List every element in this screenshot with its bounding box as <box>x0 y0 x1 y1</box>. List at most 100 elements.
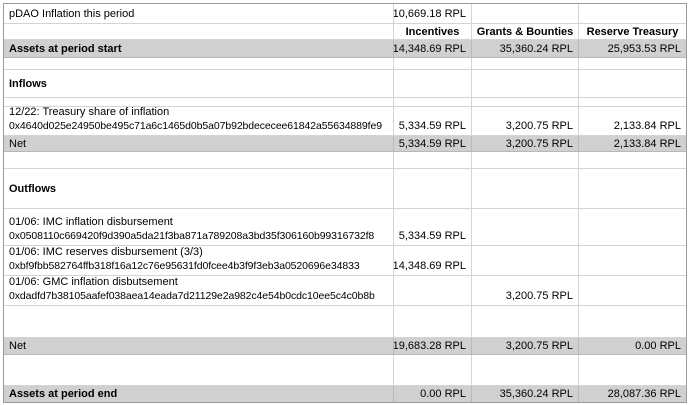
amount: 3,200.75 RPL <box>505 120 573 132</box>
treasury-share-label: 12/22: Treasury share of inflation <box>9 107 170 118</box>
amount: 3,200.75 RPL <box>505 290 573 302</box>
empty-cell[interactable] <box>394 58 472 69</box>
inflation-value[interactable]: 10,669.18 RPL <box>394 4 472 23</box>
amount: 2,133.84 RPL <box>613 120 681 132</box>
assets-end-row: Assets at period end 0.00 RPL 35,360.24 … <box>4 386 686 402</box>
gmc-inflation-row: 01/06: GMC inflation disbutsement 0xdadf… <box>4 276 686 306</box>
empty-cell[interactable] <box>4 58 394 69</box>
assets-start-reserve[interactable]: 25,953.53 RPL <box>579 40 686 57</box>
inflows-net-incentives[interactable]: 5,334.59 RPL <box>394 136 472 151</box>
treasury-share-row: 12/22: Treasury share of inflation 0x464… <box>4 107 686 136</box>
empty-cell[interactable] <box>394 169 472 208</box>
empty-cell[interactable] <box>579 306 686 337</box>
outflows-net-grants[interactable]: 3,200.75 RPL <box>472 338 579 354</box>
imc-reserves-row: 01/06: IMC reserves disbursement (3/3) 0… <box>4 246 686 276</box>
treasury-share-incentives[interactable]: 5,334.59 RPL <box>394 107 472 135</box>
empty-cell[interactable] <box>579 70 686 97</box>
transaction-hash: 0x0508110c669420f9d390a5da21f3ba871a7892… <box>9 230 375 242</box>
imc-inflation-cell[interactable]: 01/06: IMC inflation disbursement 0x0508… <box>4 209 394 245</box>
assets-start-incentives[interactable]: 14,348.69 RPL <box>394 40 472 57</box>
empty-cell[interactable] <box>472 355 579 385</box>
empty-cell[interactable] <box>472 4 579 23</box>
empty-cell[interactable] <box>472 306 579 337</box>
treasury-share-cell[interactable]: 12/22: Treasury share of inflation 0x464… <box>4 107 394 135</box>
treasury-share-reserve[interactable]: 2,133.84 RPL <box>579 107 686 135</box>
assets-start-label[interactable]: Assets at period start <box>4 40 394 57</box>
empty-cell[interactable] <box>394 98 472 106</box>
inflows-net-row: Net 5,334.59 RPL 3,200.75 RPL 2,133.84 R… <box>4 136 686 152</box>
transaction-hash: 0xbf9fbb582764ffb318f16a12c76e95631fd0fc… <box>9 260 360 272</box>
empty-cell[interactable] <box>579 169 686 208</box>
gmc-inflation-grants[interactable]: 3,200.75 RPL <box>472 276 579 305</box>
inflows-title[interactable]: Inflows <box>4 70 394 97</box>
imc-inflation-row: 01/06: IMC inflation disbursement 0x0508… <box>4 209 686 246</box>
empty-cell[interactable] <box>472 152 579 168</box>
empty-cell[interactable] <box>394 152 472 168</box>
empty-cell[interactable] <box>579 152 686 168</box>
blank-row <box>4 98 686 107</box>
header-reserve[interactable]: Reserve Treasury <box>579 24 686 39</box>
empty-cell[interactable] <box>4 306 394 337</box>
outflows-net-row: Net 19,683.28 RPL 3,200.75 RPL 0.00 RPL <box>4 338 686 355</box>
transaction-hash: 0xdadfd7b38105aafef038aea14eada7d21129e2… <box>9 290 375 302</box>
imc-inflation-label: 01/06: IMC inflation disbursement <box>9 216 173 228</box>
empty-cell[interactable] <box>579 209 686 245</box>
assets-end-incentives[interactable]: 0.00 RPL <box>394 386 472 402</box>
amount: 5,334.59 RPL <box>398 120 466 132</box>
treasury-share-grants[interactable]: 3,200.75 RPL <box>472 107 579 135</box>
assets-start-grants[interactable]: 35,360.24 RPL <box>472 40 579 57</box>
imc-inflation-incentives[interactable]: 5,334.59 RPL <box>394 209 472 245</box>
empty-cell[interactable] <box>394 306 472 337</box>
empty-cell[interactable] <box>472 58 579 69</box>
empty-cell[interactable] <box>579 4 686 23</box>
amount: 14,348.69 RPL <box>394 260 466 272</box>
empty-cell[interactable] <box>579 246 686 275</box>
outflows-net-label[interactable]: Net <box>4 338 394 354</box>
empty-cell[interactable] <box>4 152 394 168</box>
inflows-net-reserve[interactable]: 2,133.84 RPL <box>579 136 686 151</box>
outflows-title-row: Outflows <box>4 169 686 209</box>
blank-row <box>4 152 686 169</box>
outflows-net-incentives[interactable]: 19,683.28 RPL <box>394 338 472 354</box>
assets-start-row: Assets at period start 14,348.69 RPL 35,… <box>4 40 686 58</box>
gmc-inflation-cell[interactable]: 01/06: GMC inflation disbutsement 0xdadf… <box>4 276 394 305</box>
empty-cell[interactable] <box>472 209 579 245</box>
header-incentives[interactable]: Incentives <box>394 24 472 39</box>
blank-row <box>4 58 686 70</box>
inflows-net-grants[interactable]: 3,200.75 RPL <box>472 136 579 151</box>
inflation-label[interactable]: pDAO Inflation this period <box>4 4 394 23</box>
empty-cell[interactable] <box>579 276 686 305</box>
empty-cell[interactable] <box>394 70 472 97</box>
empty-cell[interactable] <box>394 276 472 305</box>
header-row: Incentives Grants & Bounties Reserve Tre… <box>4 24 686 40</box>
inflows-title-row: Inflows <box>4 70 686 98</box>
empty-cell[interactable] <box>579 58 686 69</box>
empty-cell[interactable] <box>4 24 394 39</box>
gmc-inflation-label: 01/06: GMC inflation disbutsement <box>9 276 178 288</box>
transaction-hash: 0x4640d025e24950be495c71a6c1465d0b5a07b9… <box>9 120 382 132</box>
spreadsheet: pDAO Inflation this period 10,669.18 RPL… <box>3 3 687 403</box>
outflows-title[interactable]: Outflows <box>4 169 394 208</box>
empty-cell[interactable] <box>4 98 394 106</box>
empty-cell[interactable] <box>472 98 579 106</box>
assets-end-grants[interactable]: 35,360.24 RPL <box>472 386 579 402</box>
empty-cell[interactable] <box>472 70 579 97</box>
imc-reserves-label: 01/06: IMC reserves disbursement (3/3) <box>9 246 203 258</box>
imc-reserves-cell[interactable]: 01/06: IMC reserves disbursement (3/3) 0… <box>4 246 394 275</box>
empty-cell[interactable] <box>579 355 686 385</box>
blank-row <box>4 306 686 338</box>
empty-cell[interactable] <box>579 98 686 106</box>
blank-row <box>4 355 686 386</box>
imc-reserves-incentives[interactable]: 14,348.69 RPL <box>394 246 472 275</box>
inflation-row: pDAO Inflation this period 10,669.18 RPL <box>4 4 686 24</box>
inflows-net-label[interactable]: Net <box>4 136 394 151</box>
empty-cell[interactable] <box>472 246 579 275</box>
assets-end-label[interactable]: Assets at period end <box>4 386 394 402</box>
empty-cell[interactable] <box>394 355 472 385</box>
header-grants[interactable]: Grants & Bounties <box>472 24 579 39</box>
empty-cell[interactable] <box>4 355 394 385</box>
empty-cell[interactable] <box>472 169 579 208</box>
assets-end-reserve[interactable]: 28,087.36 RPL <box>579 386 686 402</box>
amount: 5,334.59 RPL <box>398 230 466 242</box>
outflows-net-reserve[interactable]: 0.00 RPL <box>579 338 686 354</box>
